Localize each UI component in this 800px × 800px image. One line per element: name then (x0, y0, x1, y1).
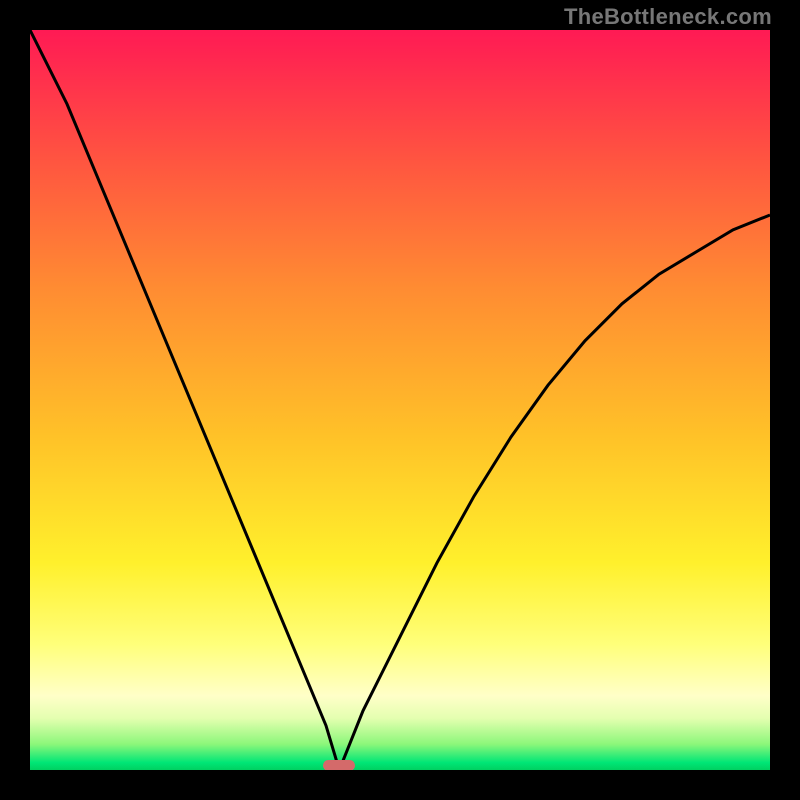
plot-area (30, 30, 770, 770)
outer-frame: TheBottleneck.com (0, 0, 800, 800)
bottleneck-marker (323, 760, 355, 770)
curve-layer (30, 30, 770, 770)
curve-right-branch (339, 215, 770, 770)
curve-left-branch (30, 30, 339, 770)
watermark-text: TheBottleneck.com (564, 4, 772, 30)
